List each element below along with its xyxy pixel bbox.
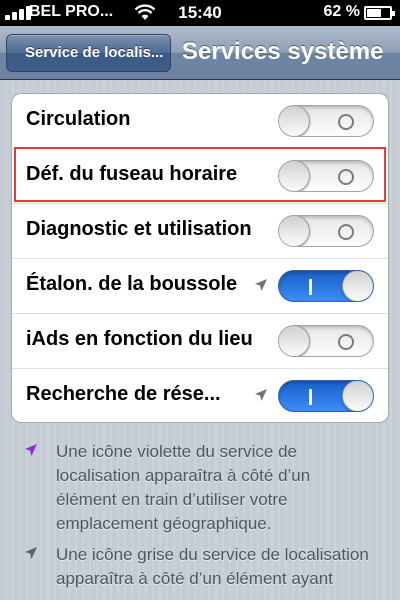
- setting-row-diagnostics[interactable]: Diagnostic et utilisation: [12, 204, 388, 259]
- note-text: Une icône grise du service de localisati…: [56, 545, 369, 588]
- back-button[interactable]: Service de localis...: [6, 34, 171, 72]
- setting-label: Diagnostic et utilisation: [26, 218, 252, 240]
- location-arrow-icon: [255, 279, 267, 291]
- setting-row-compass-calibration[interactable]: Étalon. de la boussole: [12, 259, 388, 314]
- location-note-purple: Une icône violette du service de localis…: [24, 440, 374, 536]
- toggle-switch[interactable]: [278, 105, 374, 137]
- setting-label: Recherche de rése...: [26, 383, 221, 405]
- setting-label: Circulation: [26, 108, 131, 130]
- note-text: Une icône violette du service de localis…: [56, 442, 311, 533]
- setting-row-circulation[interactable]: Circulation: [12, 94, 388, 149]
- setting-label: Étalon. de la boussole: [26, 273, 238, 295]
- battery-icon: [364, 6, 395, 20]
- setting-label: iAds en fonction du lieu: [26, 328, 253, 350]
- battery-percentage: 62 %: [323, 3, 360, 20]
- gray-location-arrow-icon: [25, 547, 37, 559]
- toggle-switch[interactable]: [278, 215, 374, 247]
- toggle-switch[interactable]: [278, 270, 374, 302]
- settings-group: Circulation Déf. du fuseau horaire Diagn…: [11, 93, 389, 423]
- setting-row-network-search[interactable]: Recherche de rése...: [12, 369, 388, 424]
- status-bar: BEL PRO... 15:40 62 %: [0, 0, 400, 26]
- setting-row-iads[interactable]: iAds en fonction du lieu: [12, 314, 388, 369]
- toggle-switch[interactable]: [278, 380, 374, 412]
- navigation-bar: Service de localis... Services système: [0, 26, 400, 80]
- toggle-switch[interactable]: [278, 160, 374, 192]
- purple-location-arrow-icon: [25, 444, 37, 456]
- back-button-label: Service de localis...: [25, 44, 164, 61]
- location-arrow-icon: [255, 389, 267, 401]
- toggle-switch[interactable]: [278, 325, 374, 357]
- setting-label: Déf. du fuseau horaire: [26, 163, 238, 185]
- page-title: Services système: [182, 38, 384, 65]
- location-note-gray: Une icône grise du service de localisati…: [24, 543, 374, 591]
- setting-row-time-zone[interactable]: Déf. du fuseau horaire: [12, 149, 388, 204]
